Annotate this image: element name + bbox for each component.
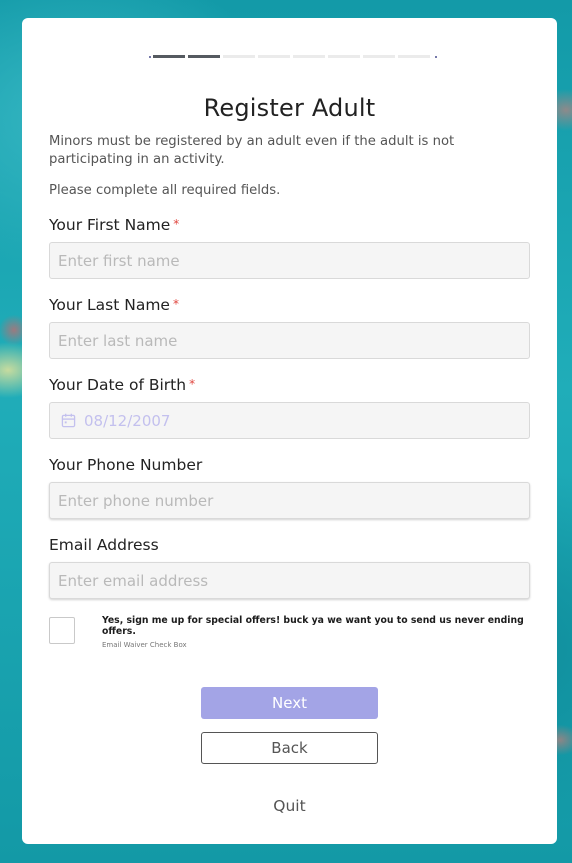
- phone-label-text: Your Phone Number: [49, 456, 203, 474]
- first-name-input[interactable]: [49, 242, 530, 279]
- date-of-birth-value: 08/12/2007: [84, 411, 171, 430]
- progress-segment: [188, 55, 220, 58]
- required-asterisk: *: [173, 217, 180, 231]
- back-button[interactable]: Back: [201, 732, 378, 764]
- required-asterisk: *: [189, 377, 196, 391]
- progress-segment: [153, 55, 185, 58]
- next-button[interactable]: Next: [201, 687, 378, 719]
- intro-text: Minors must be registered by an adult ev…: [49, 134, 455, 167]
- email-input[interactable]: [49, 562, 530, 599]
- email-label: Email Address: [49, 536, 159, 554]
- page-title: Register Adult: [203, 94, 376, 122]
- progress-segment: [363, 55, 395, 58]
- first-name-label: Your First Name *: [49, 216, 179, 234]
- progress-segment: [328, 55, 360, 58]
- required-asterisk: *: [172, 297, 179, 311]
- dob-label: Your Date of Birth *: [49, 376, 195, 394]
- last-name-label: Your Last Name *: [49, 296, 179, 314]
- date-of-birth-input[interactable]: 08/12/2007: [49, 402, 530, 439]
- progress-segment: [258, 55, 290, 58]
- last-name-label-text: Your Last Name: [49, 296, 170, 314]
- required-note: Please complete all required fields.: [49, 183, 281, 198]
- progress-start-dot: [149, 55, 151, 58]
- email-label-text: Email Address: [49, 536, 159, 554]
- progress-bar: [147, 55, 439, 58]
- progress-end-dot: [435, 55, 437, 58]
- quit-link[interactable]: Quit: [22, 797, 557, 815]
- last-name-input[interactable]: [49, 322, 530, 359]
- calendar-icon: [61, 413, 76, 428]
- first-name-label-text: Your First Name: [49, 216, 171, 234]
- dob-label-text: Your Date of Birth: [49, 376, 187, 394]
- phone-input[interactable]: [49, 482, 530, 519]
- progress-segment: [223, 55, 255, 58]
- progress-segment: [398, 55, 430, 58]
- registration-card: Register Adult Minors must be registered…: [22, 18, 557, 844]
- offers-checkbox-caption: Email Waiver Check Box: [102, 641, 187, 649]
- offers-checkbox-label: Yes, sign me up for special offers! buck…: [102, 615, 524, 637]
- offers-checkbox[interactable]: [49, 617, 75, 644]
- progress-segment: [293, 55, 325, 58]
- phone-label: Your Phone Number: [49, 456, 202, 474]
